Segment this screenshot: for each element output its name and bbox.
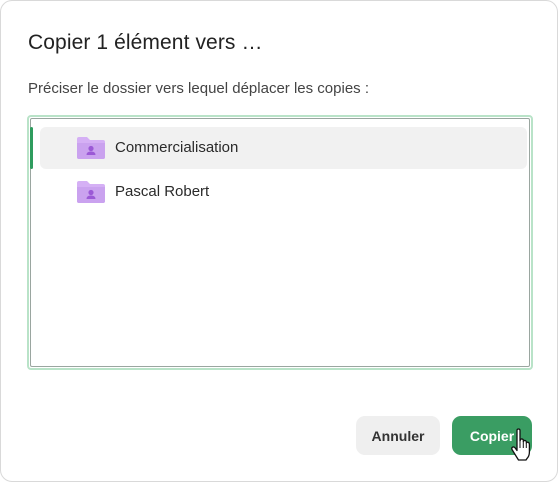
folder-tree[interactable]: Commercialisation Pascal Robert (27, 115, 533, 370)
shared-folder-icon (77, 137, 105, 159)
folder-item-commercialisation[interactable]: Commercialisation (30, 127, 527, 169)
selection-indicator (30, 127, 33, 169)
copy-dialog: Copier 1 élément vers … Préciser le doss… (0, 0, 558, 482)
folder-item-label: Commercialisation (115, 139, 239, 156)
cancel-button[interactable]: Annuler (356, 416, 440, 455)
shared-folder-icon (77, 181, 105, 203)
dialog-title: Copier 1 élément vers … (28, 31, 263, 54)
folder-item-label: Pascal Robert (115, 183, 210, 200)
folder-item-pascal-robert[interactable]: Pascal Robert (40, 171, 527, 213)
folder-tree-frame: Commercialisation Pascal Robert (30, 118, 530, 367)
hand-pointer-cursor-icon (511, 428, 531, 461)
dialog-subtitle: Préciser le dossier vers lequel déplacer… (28, 80, 369, 97)
